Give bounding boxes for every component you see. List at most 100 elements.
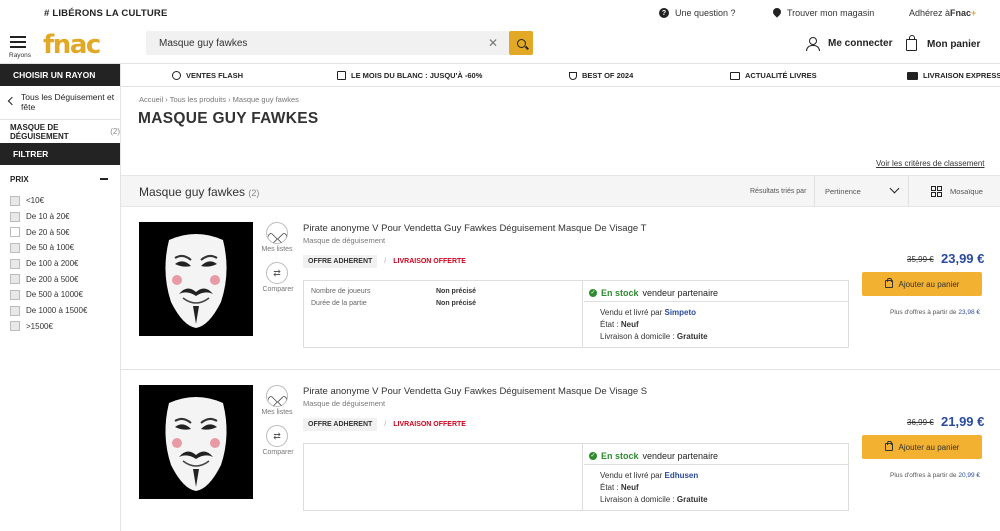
- more-offers-link[interactable]: Plus d'offres à partir de 23,98 €: [890, 309, 980, 316]
- header: Rayons fnac ✕ Me connecter Mon panier: [0, 26, 1000, 64]
- price: 21,99 €: [941, 414, 985, 429]
- checkbox[interactable]: [10, 227, 20, 238]
- current-category[interactable]: MASQUE DE DÉGUISEMENT (2): [0, 120, 120, 144]
- chevron-left-icon: [7, 96, 17, 106]
- back-to-category-link[interactable]: Tous les Déguisement et fête: [0, 86, 120, 120]
- wishlist-button[interactable]: [266, 385, 288, 407]
- product-category: Masque de déguisement: [303, 399, 386, 408]
- sidebar: CHOISIR UN RAYON Tous les Déguisement et…: [0, 64, 121, 531]
- product-image[interactable]: [139, 222, 253, 336]
- clear-search-icon[interactable]: ✕: [488, 36, 498, 50]
- mosaic-view-toggle[interactable]: Mosaïque: [931, 186, 983, 197]
- cart-icon: [884, 440, 893, 451]
- book-icon: [730, 71, 740, 80]
- wishlist-label[interactable]: Mes listes: [260, 246, 294, 253]
- promo-nav: VENTES FLASH LE MOIS DU BLANC : JUSQU'À …: [121, 64, 1000, 87]
- add-to-cart-button[interactable]: Ajouter au panier: [862, 272, 982, 296]
- shopping-bag-icon: [906, 35, 917, 51]
- sort-select[interactable]: Pertinence: [814, 176, 909, 206]
- compare-button[interactable]: ⇄: [266, 262, 288, 284]
- add-to-cart-button[interactable]: Ajouter au panier: [862, 435, 982, 459]
- stock-status: ✓ En stock vendeur partenaire: [589, 450, 719, 461]
- price-range-list: <10€ De 10 à 20€ De 20 à 50€ De 50 à 100…: [0, 193, 120, 334]
- offer-badges: OFFRE ADHERENT / LIVRAISON OFFERTE: [303, 255, 466, 268]
- member-offer-badge: OFFRE ADHERENT: [303, 418, 378, 431]
- product-title[interactable]: Pirate anonyme V Pour Vendetta Guy Fawke…: [303, 386, 647, 397]
- search-bar: ✕: [146, 31, 510, 55]
- nav-actualite-livres[interactable]: ACTUALITÉ LIVRES: [730, 71, 817, 80]
- price-range-option[interactable]: De 20 à 50€: [0, 224, 120, 240]
- trophy-icon: [569, 71, 577, 80]
- price: 23,99 €: [941, 251, 985, 266]
- free-delivery-badge: LIVRAISON OFFERTE: [393, 258, 466, 265]
- seller-link[interactable]: Simpeto: [664, 308, 696, 317]
- price-range-option[interactable]: De 500 à 1000€: [0, 287, 120, 303]
- checkbox[interactable]: [10, 195, 20, 206]
- cart-icon: [884, 277, 893, 288]
- clock-icon: [172, 71, 181, 80]
- more-offers-link[interactable]: Plus d'offres à partir de 20,99 €: [890, 472, 980, 479]
- slogan: # LIBÉRONS LA CULTURE: [44, 7, 168, 19]
- price-range-option[interactable]: De 10 à 20€: [0, 209, 120, 225]
- breadcrumb[interactable]: Accueil › Tous les produits › Masque guy…: [139, 95, 299, 104]
- product-attributes: [304, 444, 583, 510]
- free-delivery-badge: LIVRAISON OFFERTE: [393, 421, 466, 428]
- choose-category-header: CHOISIR UN RAYON: [0, 64, 120, 86]
- compare-button[interactable]: ⇄: [266, 425, 288, 447]
- results-toolbar: Masque guy fawkes (2) Résultats triés pa…: [121, 175, 1000, 207]
- fnac-logo[interactable]: fnac: [43, 30, 101, 60]
- state-line: État : Neuf: [600, 483, 639, 492]
- nav-mois-du-blanc[interactable]: LE MOIS DU BLANC : JUSQU'À -60%: [337, 71, 482, 80]
- store-locator-link[interactable]: Trouver mon magasin: [773, 8, 874, 18]
- price-range-option[interactable]: De 200 à 500€: [0, 271, 120, 287]
- nav-livraison-express[interactable]: LIVRAISON EXPRESS OFFE: [907, 71, 1000, 80]
- checkbox[interactable]: [10, 321, 20, 332]
- location-pin-icon: [773, 8, 781, 18]
- price-range-option[interactable]: <10€: [0, 193, 120, 209]
- compare-label[interactable]: Comparer: [260, 449, 296, 456]
- attribute-row: Durée de la partie Non précisé: [311, 300, 477, 307]
- heart-icon: [272, 392, 282, 401]
- checkbox[interactable]: [10, 258, 20, 269]
- product-title[interactable]: Pirate anonyme V Pour Vendetta Guy Fawke…: [303, 223, 646, 234]
- compare-arrows-icon: ⇄: [273, 430, 281, 441]
- cart-link[interactable]: Mon panier: [906, 35, 980, 51]
- price-range-option[interactable]: De 1000 à 1500€: [0, 303, 120, 319]
- menu-icon[interactable]: [10, 36, 26, 51]
- product-image[interactable]: [139, 385, 253, 499]
- price-range-option[interactable]: De 100 à 200€: [0, 256, 120, 272]
- checkbox[interactable]: [10, 211, 20, 222]
- help-link[interactable]: ? Une question ?: [659, 8, 736, 18]
- price-filter-toggle[interactable]: PRIX: [0, 165, 120, 193]
- wishlist-label[interactable]: Mes listes: [260, 409, 294, 416]
- nav-ventes-flash[interactable]: VENTES FLASH: [172, 71, 243, 80]
- question-icon: ?: [659, 8, 669, 18]
- menu-label[interactable]: Rayons: [9, 52, 31, 59]
- ranking-criteria-link[interactable]: Voir les critères de classement: [876, 159, 985, 168]
- checkbox[interactable]: [10, 242, 20, 253]
- chevron-down-icon: [889, 183, 900, 194]
- seller-link[interactable]: Edhusen: [664, 471, 698, 480]
- delivery-line: Livraison à domicile : Gratuite: [600, 495, 708, 504]
- wishlist-button[interactable]: [266, 222, 288, 244]
- old-price: 36,99 €: [907, 418, 934, 427]
- nav-best-of[interactable]: BEST OF 2024: [569, 71, 633, 80]
- checkbox[interactable]: [10, 274, 20, 285]
- search-input[interactable]: [146, 31, 466, 55]
- check-icon: ✓: [589, 288, 597, 297]
- price-range-option[interactable]: >1500€: [0, 319, 120, 335]
- delivery-line: Livraison à domicile : Gratuite: [600, 332, 708, 341]
- check-icon: ✓: [589, 451, 597, 460]
- checkbox[interactable]: [10, 289, 20, 300]
- search-button[interactable]: [509, 31, 533, 55]
- member-offer-badge: OFFRE ADHERENT: [303, 255, 378, 268]
- login-link[interactable]: Me connecter: [806, 37, 892, 51]
- checkbox[interactable]: [10, 305, 20, 316]
- adhere-link[interactable]: Adhérez à Fnac+: [909, 8, 976, 18]
- heart-icon: [272, 229, 282, 238]
- offer-badges: OFFRE ADHERENT / LIVRAISON OFFERTE: [303, 418, 466, 431]
- compare-label[interactable]: Comparer: [260, 286, 296, 293]
- price-range-option[interactable]: De 50 à 100€: [0, 240, 120, 256]
- product-attributes: Nombre de joueurs Non précisé Durée de la…: [304, 281, 583, 347]
- grid-icon: [931, 186, 942, 197]
